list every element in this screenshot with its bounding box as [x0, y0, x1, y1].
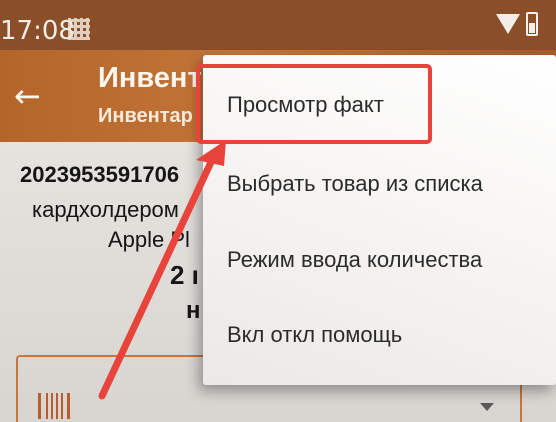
item-quantity: 2 ı: [170, 260, 199, 290]
menu-item-select-product[interactable]: Выбрать товар из списка: [203, 154, 556, 214]
menu-item-quantity-mode[interactable]: Режим ввода количества: [203, 230, 556, 290]
phone-screen: 17:08 ← Инвент Инвентар 2023953591706 ка…: [0, 0, 556, 422]
barcode-scan-icon[interactable]: [38, 393, 70, 419]
back-arrow-icon[interactable]: ←: [14, 80, 41, 112]
page-subtitle: Инвентар: [98, 105, 193, 127]
item-unit: н: [186, 297, 201, 324]
page-title: Инвент: [98, 62, 202, 94]
menu-item-toggle-help[interactable]: Вкл откл помощь: [203, 305, 556, 365]
annotation-highlight-box: [196, 64, 432, 144]
battery-icon: [526, 12, 538, 36]
qr-code-icon: [68, 18, 90, 40]
chevron-down-icon[interactable]: [480, 403, 494, 411]
item-name-line: Apple Pl: [108, 227, 190, 252]
status-time: 17:08: [0, 16, 75, 46]
item-name-line: кардхолдером: [32, 197, 179, 222]
wifi-icon: [496, 14, 520, 34]
item-barcode: 2023953591706: [20, 162, 180, 187]
